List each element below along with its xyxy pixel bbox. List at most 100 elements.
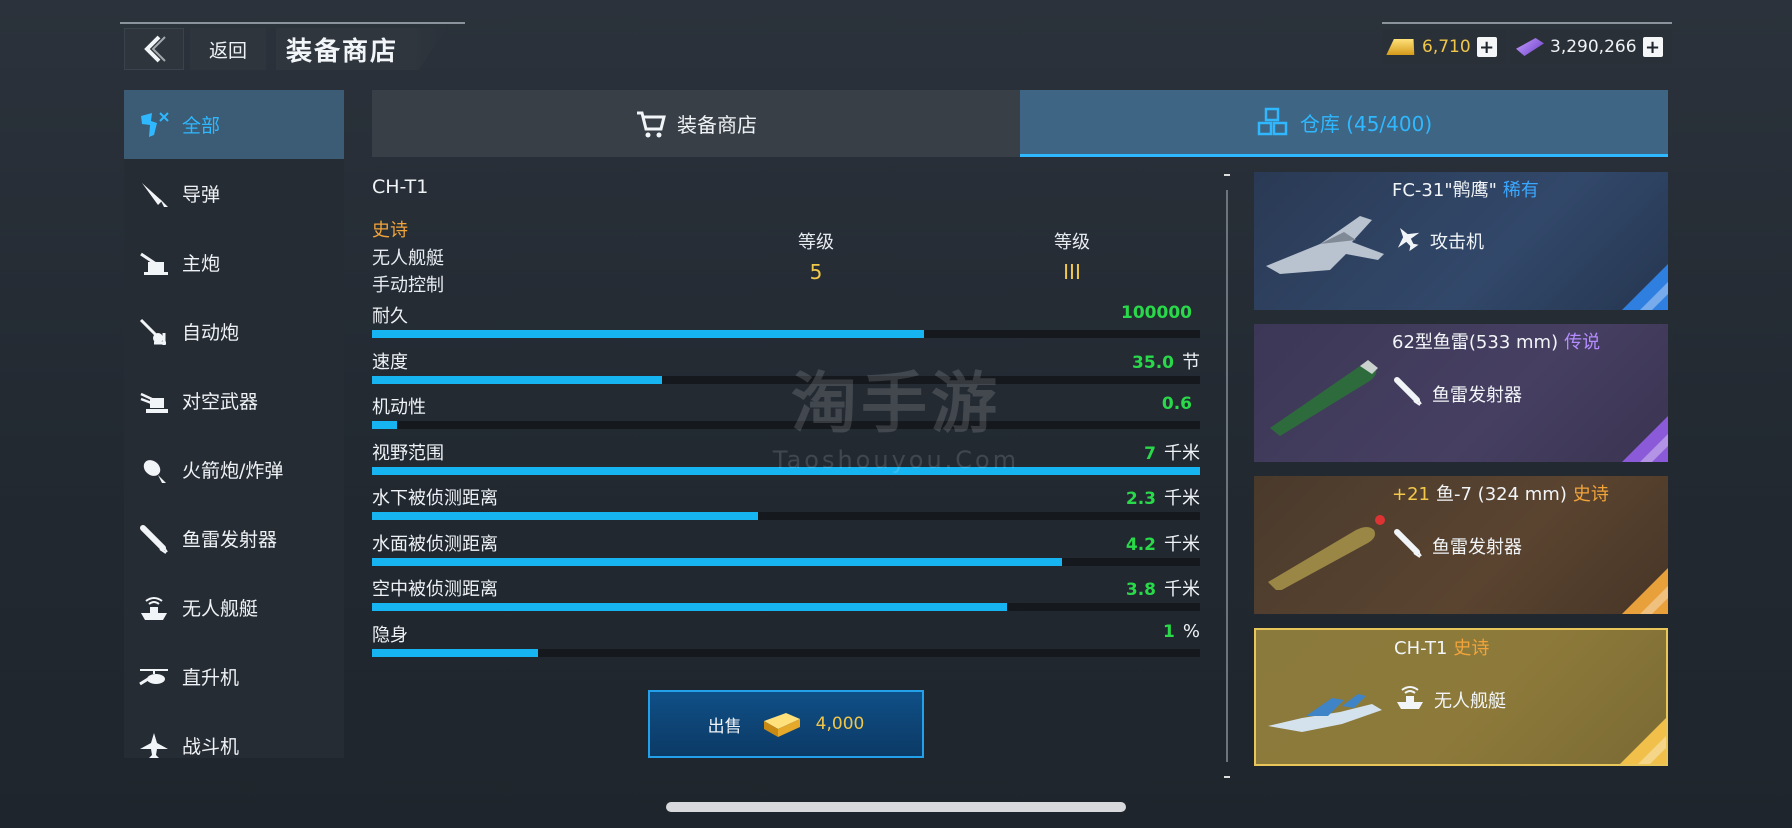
stat-value: 3.8 千米: [1126, 575, 1200, 601]
tab-bar: 装备商店 仓库 (45/400): [372, 90, 1668, 157]
tab-warehouse[interactable]: 仓库 (45/400): [1020, 90, 1668, 157]
sidebar-item[interactable]: 无人舰艇: [124, 573, 344, 642]
autocannon-icon: [138, 317, 170, 347]
sidebar-item[interactable]: 全部: [124, 90, 344, 159]
stat-number: 3.8: [1125, 580, 1156, 600]
stat-bar: [372, 330, 1200, 338]
back-button[interactable]: [124, 28, 184, 70]
sidebar-item[interactable]: 对空武器: [124, 366, 344, 435]
stat-bar-fill: [372, 557, 1062, 566]
gold-counter: 6,710 +: [1382, 30, 1506, 64]
stat-value: 100000: [1121, 302, 1200, 323]
top-divider: [120, 22, 465, 24]
shopping-cart-icon: [637, 111, 666, 137]
stat-number: 100000: [1121, 303, 1192, 323]
sidebar-item-label: 无人舰艇: [182, 598, 259, 620]
stat-bar-fill: [372, 466, 1200, 475]
stat-number: 35.0: [1132, 352, 1174, 373]
card-item-name: 鱼-7 (324 mm): [1436, 484, 1567, 505]
stat-row: 机动性 0.6: [372, 393, 1200, 437]
gem-counter: 3,290,266 +: [1510, 30, 1672, 64]
stat-name: 机动性: [372, 397, 426, 418]
stat-number: 4.2: [1125, 534, 1156, 555]
card-item-name: FC-31"鹘鹰": [1392, 180, 1497, 201]
card-class: 攻击机: [1392, 224, 1484, 257]
stat-name: 水下被侦测距离: [372, 488, 498, 509]
add-gems-button[interactable]: +: [1642, 37, 1663, 58]
add-gold-button[interactable]: +: [1476, 37, 1497, 58]
stat-bar: [372, 648, 1200, 657]
card-title: +21 鱼-7 (324 mm) 史诗: [1392, 480, 1609, 506]
upgrade-level: +21: [1392, 484, 1430, 505]
card-item-name: CH-T1: [1394, 638, 1448, 659]
stat-name: 水面被侦测距离: [372, 533, 498, 555]
sidebar-item-label: 直升机: [182, 667, 240, 689]
stat-unit: 千米: [1164, 533, 1200, 555]
rarity-corner: [1620, 718, 1666, 764]
divider-cap-bottom: [1224, 776, 1230, 778]
stat-bar: [372, 512, 1200, 520]
chevron-left-icon: [144, 35, 166, 63]
gem-amount: 3,290,266: [1550, 37, 1637, 57]
gold-bar-icon: [1386, 39, 1417, 55]
card-class-label: 鱼雷发射器: [1432, 536, 1522, 558]
gold-amount: 6,710: [1422, 37, 1471, 57]
stat-value: 4.2 千米: [1126, 530, 1200, 556]
stat-bar: [372, 603, 1200, 611]
level-label: 等级: [798, 232, 834, 253]
back-label[interactable]: 返回: [190, 28, 266, 70]
inventory-card[interactable]: CH-T1 史诗 无人舰艇: [1254, 628, 1668, 766]
drone-boat-icon: [1394, 682, 1426, 717]
card-class-label: 鱼雷发射器: [1432, 384, 1522, 406]
home-indicator[interactable]: [666, 802, 1126, 812]
inventory-card[interactable]: FC-31"鹘鹰" 稀有攻击机: [1254, 172, 1668, 310]
item-artwork: [1260, 348, 1390, 438]
sidebar-item[interactable]: 火箭炮/炸弹: [124, 435, 344, 504]
sell-label: 出售: [707, 716, 742, 737]
sidebar-item[interactable]: 直升机: [124, 642, 344, 711]
stat-number: 2.3: [1125, 489, 1156, 509]
stat-bar: [372, 466, 1200, 475]
sidebar-item-label: 对空武器: [182, 391, 259, 413]
card-title: 62型鱼雷(533 mm) 传说: [1392, 328, 1600, 354]
page-title: 装备商店: [276, 28, 446, 70]
stat-bar-fill: [372, 421, 397, 429]
helicopter-icon: [138, 662, 170, 692]
stat-value: 0.6: [1162, 393, 1200, 414]
stat-bar: [372, 375, 1200, 384]
boxes-icon: [1257, 107, 1288, 136]
tab-equipment-shop[interactable]: 装备商店: [372, 90, 1020, 157]
item-artwork: [1262, 654, 1392, 744]
stat-bar-fill: [372, 375, 662, 384]
tab-equipment-shop-label: 装备商店: [677, 113, 757, 137]
card-title: CH-T1 史诗: [1394, 634, 1489, 660]
sidebar-item-label: 全部: [182, 115, 221, 137]
sidebar-item-label: 自动炮: [182, 322, 240, 344]
sidebar-item-label: 主炮: [182, 253, 221, 275]
item-control-mode: 手动控制: [372, 275, 444, 296]
divider-cap-top: [1224, 174, 1230, 176]
item-artwork: [1260, 196, 1390, 286]
stat-name: 隐身: [372, 624, 408, 646]
sidebar-item[interactable]: 鱼雷发射器: [124, 504, 344, 573]
card-title: FC-31"鹘鹰" 稀有: [1392, 176, 1539, 202]
sidebar-item[interactable]: 战斗机: [124, 711, 344, 758]
stat-row: 视野范围 7 千米: [372, 439, 1200, 483]
sidebar-item[interactable]: 自动炮: [124, 297, 344, 366]
sidebar-item-label: 鱼雷发射器: [182, 529, 278, 551]
main-gun-icon: [138, 248, 170, 278]
card-rarity: 传说: [1564, 332, 1601, 353]
inventory-card[interactable]: +21 鱼-7 (324 mm) 史诗 鱼雷发射器: [1254, 476, 1668, 614]
sidebar-item-label: 导弹: [182, 184, 221, 206]
item-detail-panel: CH-T1 史诗 无人舰艇 手动控制 等级 5 等级 III 耐久 100000 速…: [372, 172, 1202, 762]
stat-bar-fill: [372, 512, 758, 520]
stat-row: 耐久 100000: [372, 302, 1200, 346]
item-rarity: 史诗: [372, 220, 408, 241]
torpedo-launcher-icon: [1392, 376, 1424, 411]
inventory-card[interactable]: 62型鱼雷(533 mm) 传说鱼雷发射器: [1254, 324, 1668, 462]
stat-unit: 千米: [1164, 442, 1200, 464]
sidebar-item[interactable]: 主炮: [124, 228, 344, 297]
stat-row: 水面被侦测距离 4.2 千米: [372, 530, 1200, 574]
sell-button[interactable]: 出售 4,000: [648, 690, 924, 758]
sidebar-item[interactable]: 导弹: [124, 159, 344, 228]
